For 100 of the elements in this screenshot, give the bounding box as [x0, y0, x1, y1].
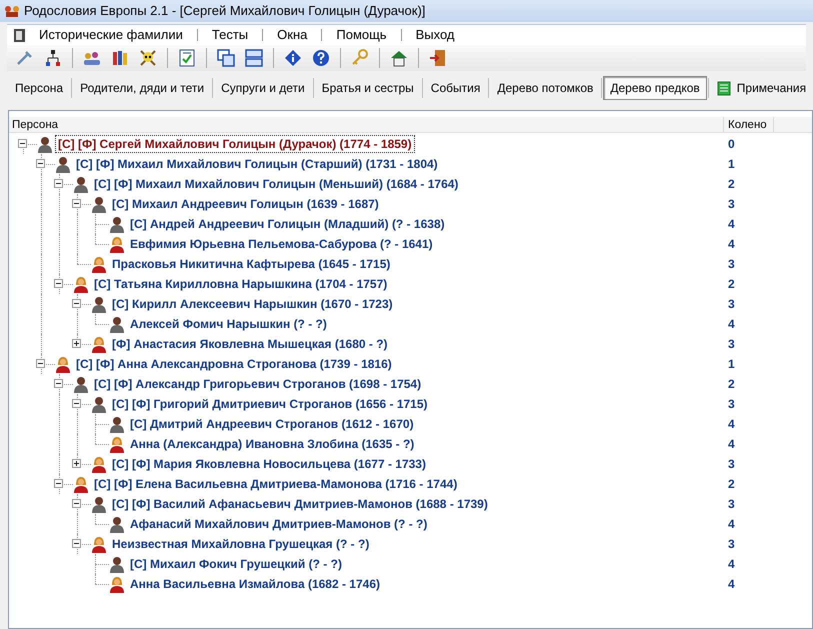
person-name[interactable]: [С] Михаил Фокич Грушецкий (? - ?)	[128, 556, 344, 572]
man-icon	[109, 556, 125, 572]
generation-number: 4	[727, 576, 736, 593]
man-icon	[73, 376, 89, 392]
person-name[interactable]: Анна (Александра) Ивановна Злобина (1635 - ?)	[128, 436, 416, 452]
woman-icon	[109, 436, 125, 452]
collapse-toggle[interactable]	[72, 299, 81, 308]
tree-icon[interactable]	[44, 49, 62, 67]
woman-icon	[109, 236, 125, 252]
generation-number: 3	[727, 536, 736, 553]
person-name[interactable]: Неизвестная Михайловна Грушецкая (? - ?)	[110, 536, 372, 552]
menu-item[interactable]: Помощь	[330, 25, 393, 45]
person-name[interactable]: [С] [Ф] Елена Васильевна Дмитриева-Мамонова (1716 - 1744)	[92, 476, 460, 492]
menu-item[interactable]: Исторические фамилии	[33, 25, 189, 45]
column-header[interactable]: Колено	[724, 117, 774, 132]
person-name[interactable]: Анна Васильевна Измайлова (1682 - 1746)	[128, 576, 382, 592]
woman-icon	[91, 456, 107, 472]
person-name[interactable]: [С] Михаил Андреевич Голицын (1639 - 1687)	[110, 196, 381, 212]
generation-number: 3	[727, 396, 736, 413]
expand-toggle[interactable]	[72, 459, 81, 468]
books-icon[interactable]	[111, 49, 129, 67]
person-name[interactable]: Алексей Фомич Нарышкин (? - ?)	[128, 316, 329, 332]
person-name[interactable]: [С] Андрей Андреевич Голицын (Младший) (? - 1638)	[128, 216, 447, 232]
generation-number: 4	[727, 216, 736, 233]
generation-number: 2	[727, 376, 736, 393]
info-icon[interactable]	[284, 49, 302, 67]
tab[interactable]: Супруги и дети	[214, 76, 312, 100]
collapse-toggle[interactable]	[72, 499, 81, 508]
man-icon	[73, 176, 89, 192]
person-name[interactable]: [С] [Ф] Василий Афанасьевич Дмитриев-Мамонов (1688 - 1739)	[110, 496, 490, 512]
collapse-toggle[interactable]	[18, 139, 27, 148]
generation-number: 3	[727, 496, 736, 513]
collapse-toggle[interactable]	[54, 179, 63, 188]
woman-icon	[91, 336, 107, 352]
home-icon[interactable]	[390, 49, 408, 67]
collapse-toggle[interactable]	[72, 199, 81, 208]
expand-toggle[interactable]	[72, 339, 81, 348]
person-name[interactable]: Евфимия Юрьевна Пельемова-Сабурова (? - 1641)	[128, 236, 435, 252]
woman-icon	[73, 276, 89, 292]
man-icon	[55, 156, 71, 172]
generation-number: 3	[727, 196, 736, 213]
woman-icon	[55, 356, 71, 372]
person-name[interactable]: [С] [Ф] Мария Яковлевна Новосильцева (1677 - 1733)	[110, 456, 428, 472]
woman-icon	[73, 476, 89, 492]
person-name[interactable]: [С] [Ф] Александр Григорьевич Строганов (1698 - 1754)	[92, 376, 424, 392]
generation-number: 1	[727, 356, 736, 373]
man-icon	[91, 496, 107, 512]
tools-icon[interactable]	[16, 49, 34, 67]
person-name[interactable]: Прасковья Никитична Кафтырева (1645 - 1715)	[110, 256, 392, 272]
collapse-toggle[interactable]	[72, 399, 81, 408]
man-icon	[37, 136, 53, 152]
generation-number: 4	[727, 436, 736, 453]
generation-number: 1	[727, 156, 736, 173]
checklist-icon[interactable]	[178, 49, 196, 67]
generation-number: 4	[727, 556, 736, 573]
woman-icon	[91, 536, 107, 552]
person-name[interactable]: [С] [Ф] Михаил Михайлович Голицын (Меньший) (1684 - 1764)	[92, 176, 460, 192]
menu-item[interactable]: Выход	[410, 25, 460, 45]
app-icon	[4, 4, 20, 18]
person-name[interactable]: [С] Кирилл Алексеевич Нарышкин (1670 - 1723)	[110, 296, 395, 312]
collapse-toggle[interactable]	[54, 379, 63, 388]
person-name[interactable]: [С] [Ф] Сергей Михайлович Голицын (Дурачок) (1774 - 1859)	[56, 136, 414, 152]
people-icon[interactable]	[83, 49, 101, 67]
cascade-windows-icon[interactable]	[217, 49, 235, 67]
generation-number: 4	[727, 416, 736, 433]
help-icon[interactable]	[312, 49, 330, 67]
tab[interactable]: События	[424, 76, 488, 100]
tab[interactable]: Братья и сестры	[314, 76, 421, 100]
generation-number: 3	[727, 296, 736, 313]
tab[interactable]: Примечания	[710, 76, 813, 100]
collapse-toggle[interactable]	[54, 279, 63, 288]
tile-windows-icon[interactable]	[245, 49, 263, 67]
tab[interactable]: Дерево потомков	[490, 76, 600, 100]
tab[interactable]: Родители, дяди и тети	[73, 76, 212, 100]
person-name[interactable]: Афанасий Михайлович Дмитриев-Мамонов (? - ?)	[128, 516, 430, 532]
generation-number: 3	[727, 336, 736, 353]
person-name[interactable]: [С] [Ф] Михаил Михайлович Голицын (Старший) (1731 - 1804)	[74, 156, 440, 172]
skull-icon[interactable]	[139, 49, 157, 67]
man-icon	[91, 296, 107, 312]
tab[interactable]: Персона	[8, 76, 70, 100]
person-name[interactable]: [С] [Ф] Григорий Дмитриевич Строганов (1656 - 1715)	[110, 396, 430, 412]
man-icon	[91, 396, 107, 412]
person-name[interactable]: [С] Дмитрий Андреевич Строганов (1612 - 1670)	[128, 416, 416, 432]
menu-item[interactable]: Окна	[271, 25, 314, 45]
column-header[interactable]: Персона	[9, 117, 724, 132]
exit-door-icon[interactable]	[429, 49, 447, 67]
door-icon	[13, 28, 27, 42]
collapse-toggle[interactable]	[54, 479, 63, 488]
collapse-toggle[interactable]	[36, 159, 45, 168]
generation-number: 0	[727, 136, 736, 153]
generation-number: 4	[727, 516, 736, 533]
tab[interactable]: Дерево предков	[603, 76, 707, 100]
person-name[interactable]: [С] [Ф] Анна Александровна Строганова (1739 - 1816)	[74, 356, 394, 372]
collapse-toggle[interactable]	[36, 359, 45, 368]
man-icon	[109, 416, 125, 432]
person-name[interactable]: [С] Татьяна Кирилловна Нарышкина (1704 - 1757)	[92, 276, 390, 292]
generation-number: 2	[727, 476, 736, 493]
menu-item[interactable]: Тесты	[206, 25, 254, 45]
collapse-toggle[interactable]	[72, 539, 81, 548]
person-name[interactable]: [Ф] Анастасия Яковлевна Мышецкая (1680 - ?)	[110, 336, 390, 352]
